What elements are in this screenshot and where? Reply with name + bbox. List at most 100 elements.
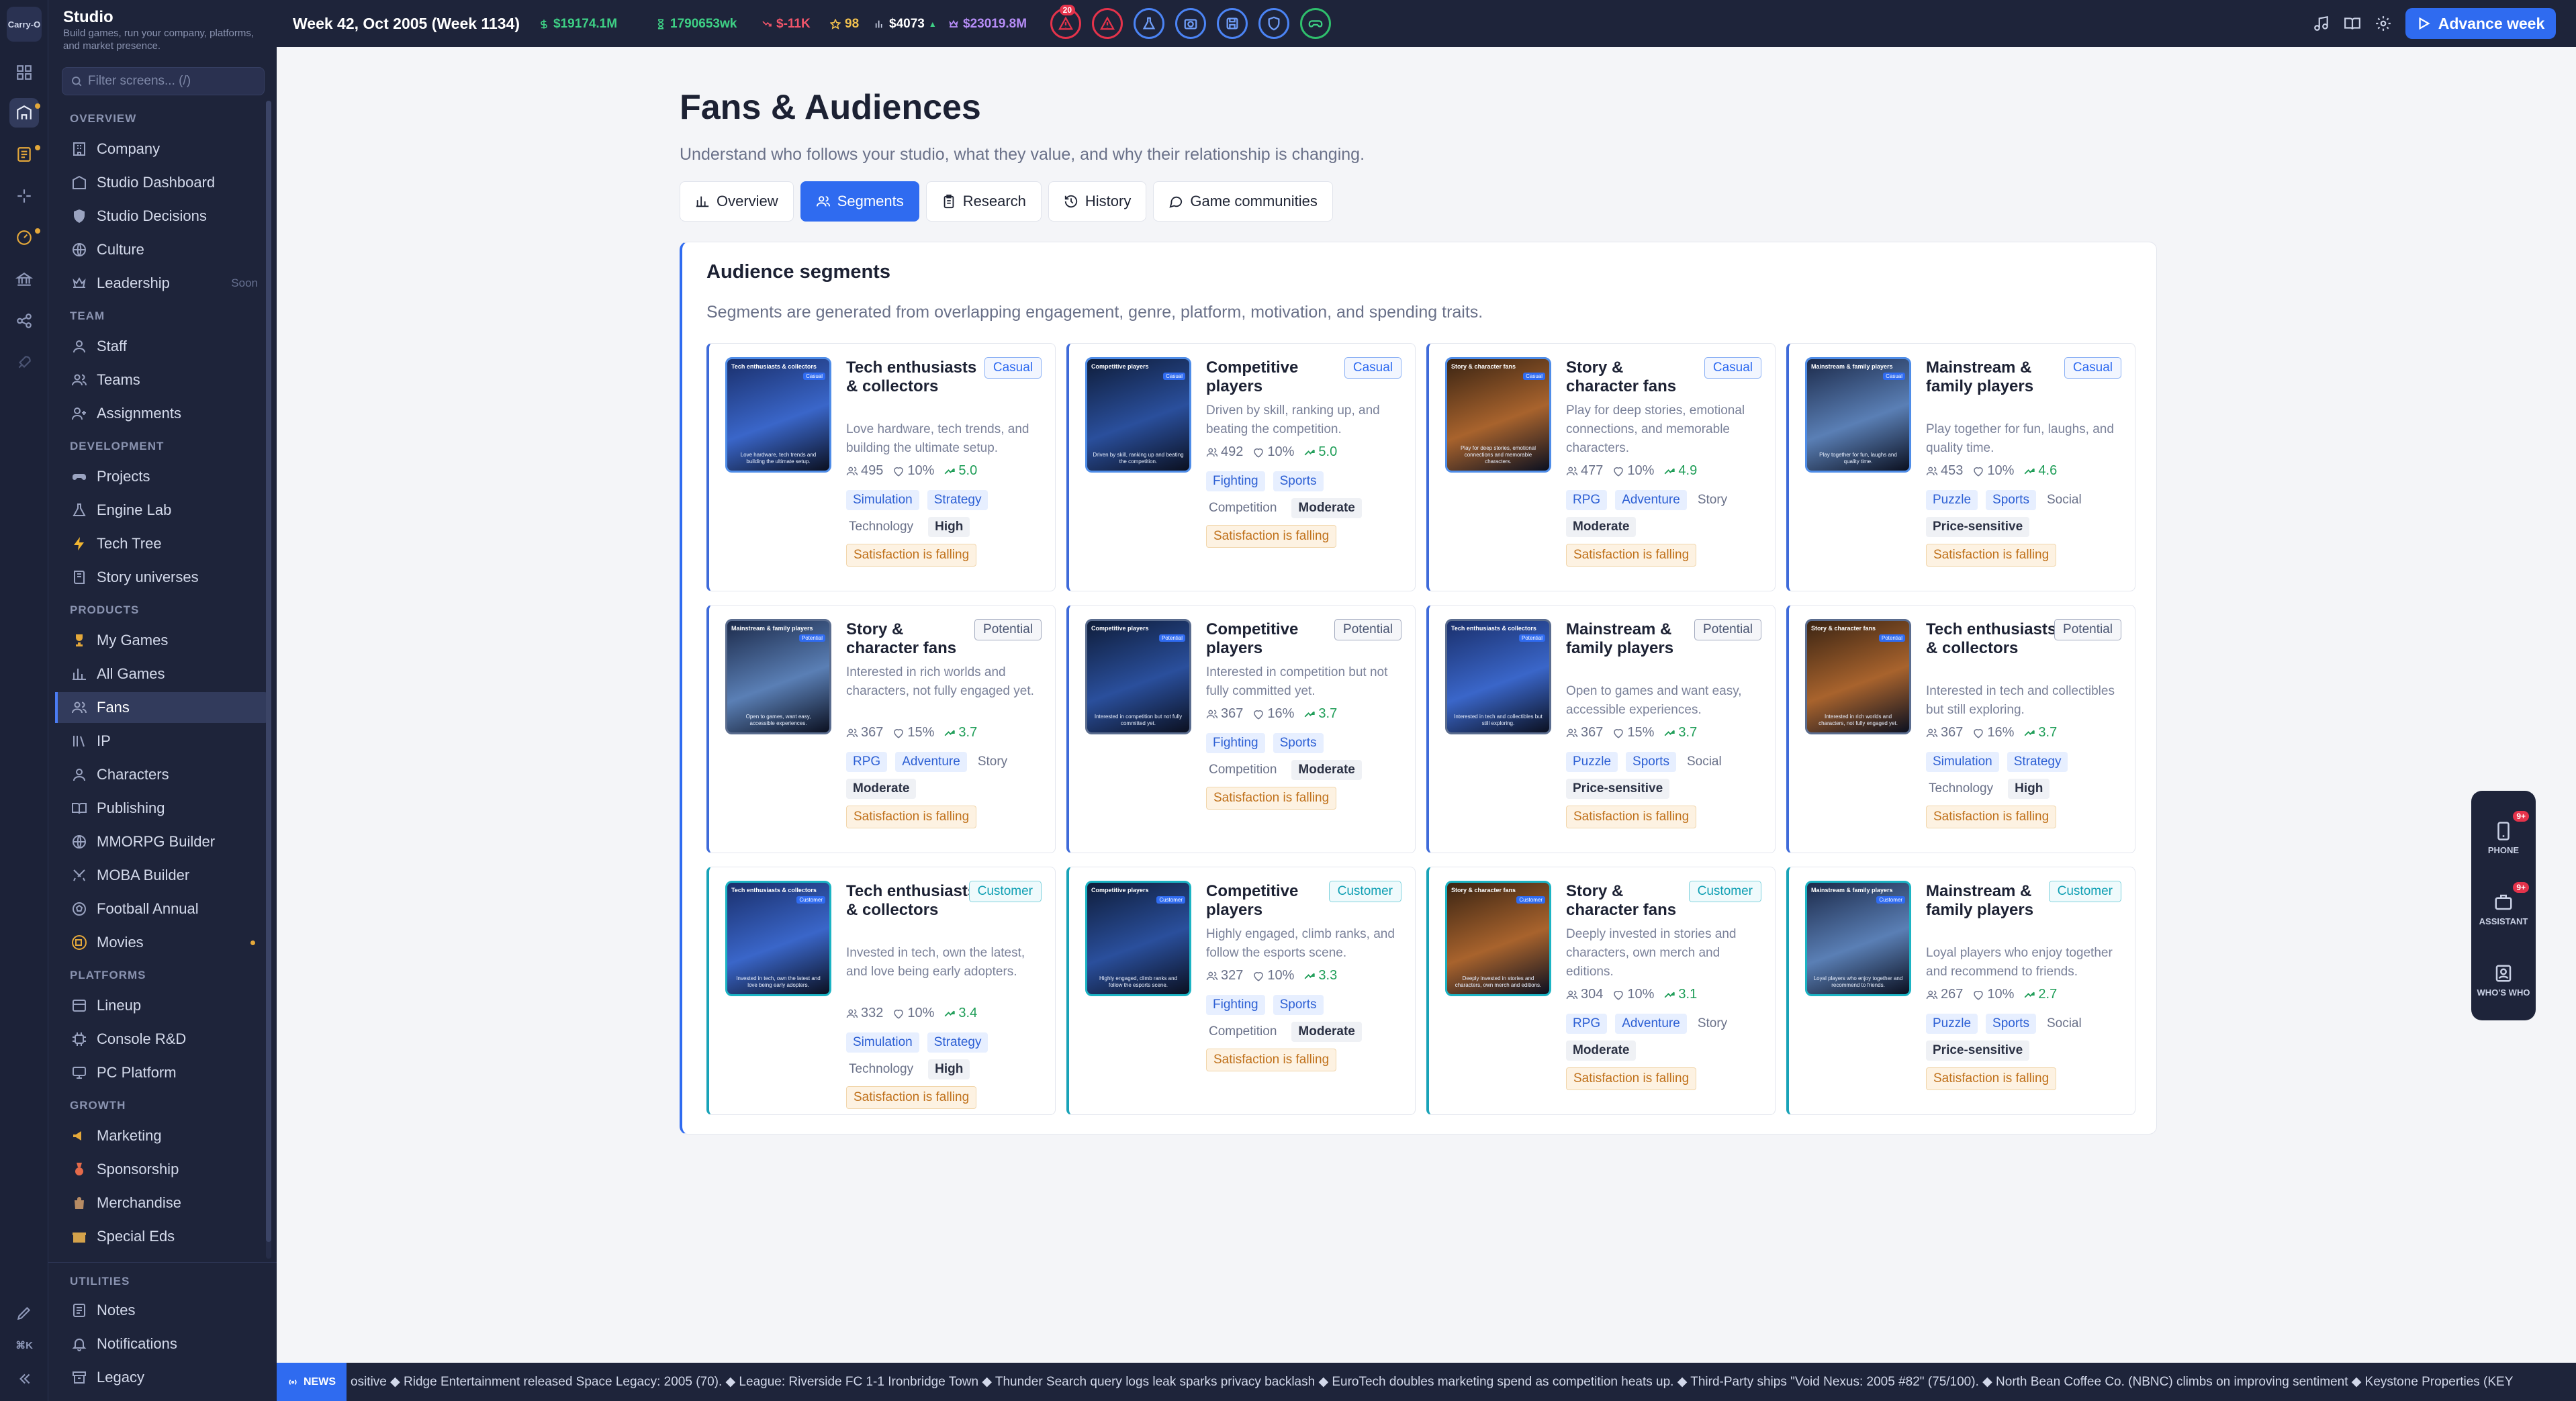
segment-card[interactable]: Story & character fans Customer Deeply inv… bbox=[1426, 867, 1776, 1115]
segment-description: Deeply invested in stories and character… bbox=[1566, 927, 1737, 979]
nav-notifications[interactable]: Notifications bbox=[55, 1328, 269, 1359]
book-open-icon[interactable] bbox=[2344, 15, 2361, 32]
nav-sponsorship[interactable]: Sponsorship bbox=[55, 1154, 269, 1185]
segment-name: Tech enthusiasts & collectors bbox=[846, 358, 977, 395]
segment-card[interactable]: Tech enthusiasts & collectors Casual Love … bbox=[706, 343, 1056, 591]
main-content: Fans & Audiences Understand who follows … bbox=[277, 47, 2576, 1363]
sparkle-icon[interactable] bbox=[9, 181, 39, 211]
tab-game-communities[interactable]: Game communities bbox=[1153, 181, 1333, 222]
nav-console-rd[interactable]: Console R&D bbox=[55, 1024, 269, 1055]
collapse-icon[interactable] bbox=[9, 1364, 39, 1394]
rocket-icon[interactable] bbox=[9, 348, 39, 377]
tab-overview[interactable]: Overview bbox=[680, 181, 794, 222]
segment-trend: 2.7 bbox=[2023, 987, 2057, 1002]
nav-movies[interactable]: Movies bbox=[55, 927, 269, 958]
segment-tags: Fighting Sports Competition Moderate bbox=[1206, 733, 1408, 780]
segment-card[interactable]: Tech enthusiasts & collectors Customer Inv… bbox=[706, 867, 1056, 1115]
whos-who-button[interactable]: WHO'S WHO bbox=[2477, 949, 2530, 1011]
gamepad-icon bbox=[1308, 20, 1323, 28]
nav-fans[interactable]: Fans bbox=[55, 692, 269, 723]
segment-card[interactable]: Mainstream & family players Casual Play to… bbox=[1786, 343, 2135, 591]
bank-icon[interactable] bbox=[9, 264, 39, 294]
nav-label: Engine Lab bbox=[97, 501, 172, 518]
layers-icon bbox=[73, 1000, 86, 1012]
nav-characters[interactable]: Characters bbox=[55, 759, 269, 790]
nav-merchandise[interactable]: Merchandise bbox=[55, 1188, 269, 1218]
nav-lineup[interactable]: Lineup bbox=[55, 990, 269, 1021]
nav-assignments[interactable]: Assignments bbox=[55, 398, 269, 429]
users-icon bbox=[1926, 728, 1938, 737]
gauge-icon[interactable] bbox=[9, 223, 40, 252]
nav-projects[interactable]: Projects bbox=[55, 461, 269, 492]
camera-button[interactable] bbox=[1175, 8, 1206, 39]
music-icon[interactable] bbox=[2313, 15, 2330, 32]
nav-company[interactable]: Company bbox=[55, 134, 269, 164]
tab-research[interactable]: Research bbox=[925, 181, 1042, 222]
nav-story-universes[interactable]: Story universes bbox=[55, 562, 269, 593]
trend-up-icon bbox=[1664, 730, 1675, 736]
heart-icon bbox=[1614, 728, 1624, 738]
nav-my-games[interactable]: My Games bbox=[55, 625, 269, 656]
nav-moba-builder[interactable]: MOBA Builder bbox=[55, 860, 269, 891]
nav-legacy[interactable]: Legacy bbox=[55, 1362, 269, 1393]
filter-input[interactable] bbox=[88, 74, 263, 89]
risk-button[interactable] bbox=[1092, 8, 1123, 39]
shield-icon bbox=[1268, 16, 1280, 31]
satisfaction-warning: Satisfaction is falling bbox=[846, 806, 977, 828]
nav-pc-platform[interactable]: PC Platform bbox=[55, 1057, 269, 1088]
segment-card[interactable]: Tech enthusiasts & collectors Potential In… bbox=[1426, 605, 1776, 853]
segment-description: Loyal players who enjoy together and rec… bbox=[1926, 946, 2113, 979]
nav-special-eds[interactable]: Special Eds bbox=[55, 1221, 269, 1252]
assistant-button[interactable]: ASSISTANT 9+ bbox=[2477, 878, 2530, 940]
advance-week-button[interactable]: Advance week bbox=[2405, 8, 2556, 39]
pencil-icon[interactable] bbox=[9, 1298, 39, 1328]
news-label[interactable]: NEWS bbox=[277, 1363, 347, 1401]
nav-publishing[interactable]: Publishing bbox=[55, 793, 269, 824]
segment-thumbnail: Tech enthusiasts & collectors Customer Inv… bbox=[725, 881, 831, 996]
segment-card[interactable]: Competitive players Customer Highly engage… bbox=[1066, 867, 1416, 1115]
nav-marketing[interactable]: Marketing bbox=[55, 1120, 269, 1151]
research-button[interactable] bbox=[1134, 8, 1164, 39]
nav-mmorpg-builder[interactable]: MMORPG Builder bbox=[55, 826, 269, 857]
nav-engine-lab[interactable]: Engine Lab bbox=[55, 495, 269, 526]
grid-icon[interactable] bbox=[9, 58, 39, 87]
share-icon[interactable] bbox=[9, 306, 39, 336]
segment-card[interactable]: Mainstream & family players Potential Open… bbox=[706, 605, 1056, 853]
segment-card[interactable]: Story & character fans Casual Play for dee… bbox=[1426, 343, 1776, 591]
thumb-chip: Casual bbox=[803, 373, 825, 380]
nav-football-annual[interactable]: Football Annual bbox=[55, 893, 269, 924]
heart-icon bbox=[1254, 448, 1264, 458]
tab-history[interactable]: History bbox=[1048, 181, 1147, 222]
alerts-button[interactable]: 20 bbox=[1050, 5, 1081, 39]
save-button[interactable] bbox=[1217, 8, 1248, 39]
crown-icon bbox=[73, 277, 86, 288]
sidebar-scrollbar[interactable] bbox=[266, 101, 271, 1259]
chip-icon bbox=[73, 1032, 86, 1046]
nav-notes[interactable]: Notes bbox=[55, 1295, 269, 1326]
contract-icon[interactable] bbox=[9, 140, 40, 169]
studio-icon[interactable] bbox=[9, 98, 40, 128]
nav-ip[interactable]: IP bbox=[55, 726, 269, 757]
segment-card[interactable]: Competitive players Casual Driven by skill… bbox=[1066, 343, 1416, 591]
gear-icon[interactable] bbox=[2375, 15, 2392, 32]
nav-staff[interactable]: Staff bbox=[55, 331, 269, 362]
segment-card[interactable]: Competitive players Potential Interested i… bbox=[1066, 605, 1416, 853]
phone-button[interactable]: PHONE 9+ bbox=[2477, 807, 2530, 869]
segment-card[interactable]: Story & character fans Potential Intereste… bbox=[1786, 605, 2135, 853]
nav-teams[interactable]: Teams bbox=[55, 365, 269, 395]
nav-all-games[interactable]: All Games bbox=[55, 659, 269, 689]
segment-description: Interested in rich worlds and characters… bbox=[846, 665, 1034, 698]
gamepad-button[interactable] bbox=[1300, 8, 1331, 39]
filter-box[interactable] bbox=[62, 67, 265, 95]
tab-segments[interactable]: Segments bbox=[800, 181, 919, 222]
nav-tech-tree[interactable]: Tech Tree bbox=[55, 528, 269, 559]
security-button[interactable] bbox=[1258, 8, 1289, 39]
nav-studio-decisions[interactable]: Studio Decisions bbox=[55, 201, 269, 232]
nav-label: Studio Decisions bbox=[97, 207, 207, 224]
nav-studio-dashboard[interactable]: Studio Dashboard bbox=[55, 167, 269, 198]
command-shortcut[interactable]: ⌘K bbox=[9, 1331, 39, 1360]
nav-culture[interactable]: Culture bbox=[55, 234, 269, 265]
level-tag: Price-sensitive bbox=[1926, 517, 2030, 537]
nav-leadership[interactable]: Leadership Soon bbox=[55, 268, 269, 299]
segment-card[interactable]: Mainstream & family players Customer Loyal… bbox=[1786, 867, 2135, 1115]
